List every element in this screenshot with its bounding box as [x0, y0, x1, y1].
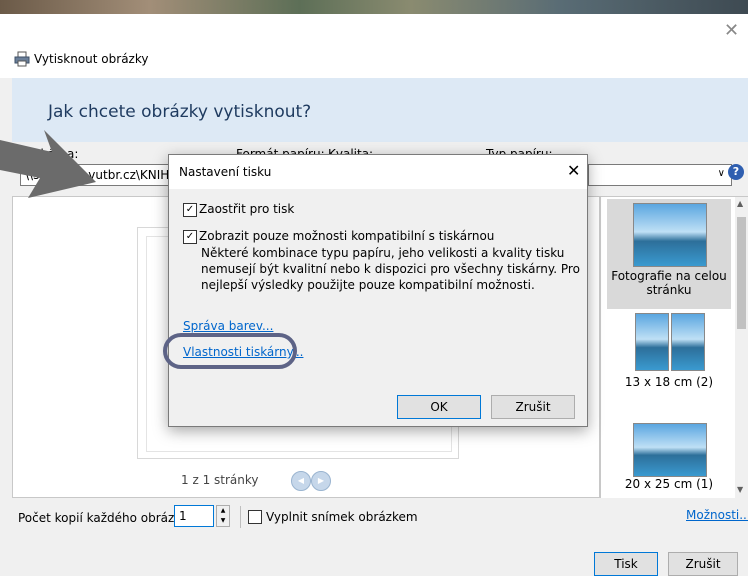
- close-icon[interactable]: ✕: [567, 161, 580, 180]
- desktop-background: [0, 0, 748, 14]
- layout-item-20x25[interactable]: 20 x 25 cm (1): [607, 415, 731, 505]
- help-icon[interactable]: ?: [728, 164, 744, 180]
- dialog-title: Nastavení tisku: [179, 165, 272, 179]
- scroll-up-icon[interactable]: ▲: [737, 199, 743, 208]
- previous-page-icon[interactable]: ◀: [291, 471, 311, 491]
- cancel-button[interactable]: Zrušit: [668, 552, 738, 576]
- sharpen-checkbox[interactable]: ✓: [183, 203, 197, 217]
- layout-item-full-page[interactable]: Fotografie na celou stránku: [607, 199, 731, 309]
- options-link[interactable]: Možnosti...: [686, 508, 748, 522]
- header-banner: Jak chcete obrázky vytisknout?: [12, 78, 748, 142]
- fill-frame-label: Vyplnit snímek obrázkem: [266, 510, 418, 524]
- printer-icon: [14, 51, 30, 67]
- layout-list: Fotografie na celou stránku 13 x 18 cm (…: [600, 196, 748, 499]
- copies-input[interactable]: 1: [174, 505, 214, 527]
- sharpen-label: Zaostřit pro tisk: [199, 202, 295, 216]
- close-icon[interactable]: ✕: [724, 20, 739, 41]
- divider: [240, 506, 241, 528]
- print-button[interactable]: Tisk: [594, 552, 658, 576]
- window-title: Vytisknout obrázky: [34, 52, 149, 66]
- copies-stepper[interactable]: ▲ ▼: [216, 505, 230, 527]
- compat-checkbox[interactable]: ✓: [183, 230, 197, 244]
- fill-frame-checkbox[interactable]: [248, 510, 262, 524]
- page-counter: 1 z 1 stránky: [181, 473, 259, 487]
- dialog-cancel-button[interactable]: Zrušit: [491, 395, 575, 419]
- layout-thumbnail: [671, 313, 705, 371]
- compat-description: Některé kombinace typu papíru, jeho veli…: [201, 246, 580, 292]
- layout-thumbnail: [633, 423, 707, 477]
- scroll-thumb[interactable]: [737, 217, 746, 329]
- next-page-icon[interactable]: ▶: [311, 471, 331, 491]
- chevron-down-icon: ∨: [717, 168, 725, 179]
- page-heading: Jak chcete obrázky vytisknout?: [48, 102, 312, 122]
- layout-item-13x18[interactable]: 13 x 18 cm (2): [607, 311, 731, 411]
- copies-label: Počet kopií každého obrázku:: [18, 511, 193, 525]
- layout-label: Fotografie na celou stránku: [611, 269, 727, 297]
- layout-scrollbar[interactable]: ▲ ▼: [735, 197, 748, 499]
- print-settings-dialog: Nastavení tisku ✕ ✓ Zaostřit pro tisk ✓ …: [163, 154, 588, 427]
- arrow-annotation-icon: [0, 130, 96, 198]
- dialog-titlebar: Nastavení tisku ✕: [169, 155, 587, 189]
- highlight-annotation: [163, 333, 297, 369]
- color-management-link[interactable]: Správa barev...: [183, 319, 273, 333]
- paper-type-select[interactable]: ∨: [588, 164, 732, 186]
- layout-thumbnail: [635, 313, 669, 371]
- compat-label: Zobrazit pouze možnosti kompatibilní s t…: [199, 229, 495, 243]
- window-titlebar: Vytisknout obrázky ✕: [0, 14, 748, 78]
- layout-thumbnail: [633, 203, 707, 267]
- scroll-down-icon[interactable]: ▼: [737, 485, 743, 494]
- layout-label: 20 x 25 cm (1): [624, 477, 714, 491]
- ok-button[interactable]: OK: [397, 395, 481, 419]
- layout-label: 13 x 18 cm (2): [624, 375, 714, 389]
